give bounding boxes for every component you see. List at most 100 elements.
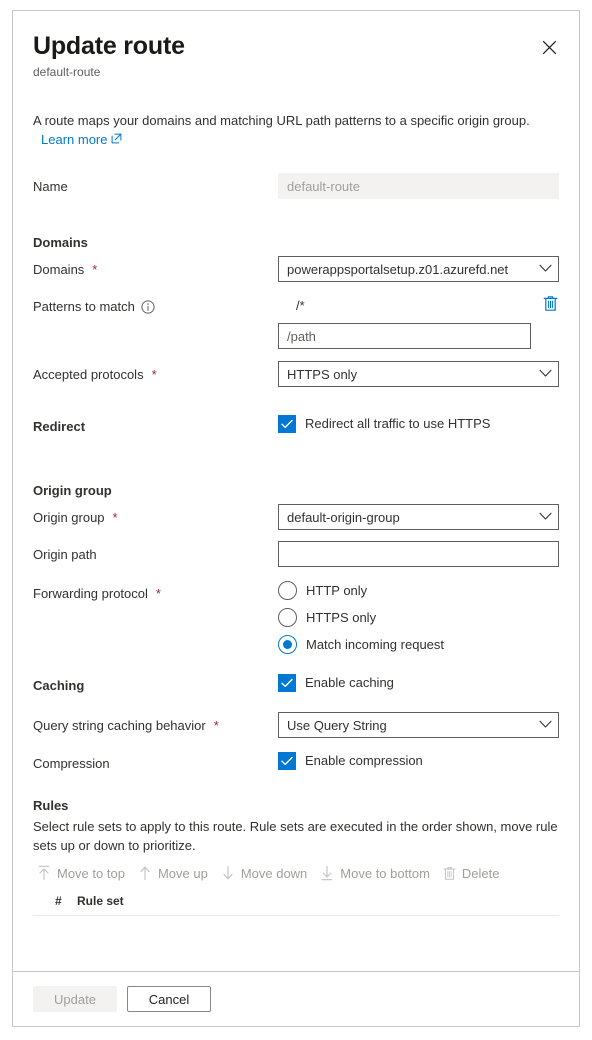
section-heading-origin-group: Origin group bbox=[33, 483, 112, 498]
origin-group-select[interactable]: default-origin-group bbox=[278, 504, 559, 530]
cancel-button[interactable]: Cancel bbox=[127, 986, 211, 1012]
accepted-protocols-label: Accepted protocols * bbox=[33, 361, 278, 385]
caching-label: Caching bbox=[33, 678, 85, 693]
column-header-number: # bbox=[55, 894, 62, 908]
redirect-checkbox[interactable] bbox=[278, 415, 296, 433]
move-to-top-label: Move to top bbox=[57, 865, 125, 881]
name-label: Name bbox=[33, 179, 68, 194]
required-indicator: * bbox=[151, 367, 157, 382]
field-row-accepted-protocols: Accepted protocols * HTTPS only bbox=[33, 361, 559, 387]
close-button[interactable] bbox=[533, 31, 565, 63]
rules-heading: Rules bbox=[33, 798, 69, 813]
move-down-button[interactable]: Move down bbox=[217, 861, 316, 885]
accepted-protocols-select[interactable]: HTTPS only bbox=[278, 361, 559, 387]
external-link-icon bbox=[111, 130, 122, 149]
section-heading-domains-row: Domains bbox=[33, 229, 559, 253]
pattern-item-row: /* bbox=[278, 293, 559, 315]
enable-caching-checkbox-row[interactable]: Enable caching bbox=[278, 672, 559, 692]
domains-label: Domains * bbox=[33, 256, 278, 280]
required-indicator: * bbox=[155, 586, 161, 601]
redirect-checkbox-row[interactable]: Redirect all traffic to use HTTPS bbox=[278, 413, 559, 433]
enable-caching-checkbox[interactable] bbox=[278, 674, 296, 692]
route-form: Name Domains Domains* powerapp bbox=[13, 173, 579, 774]
enable-compression-checkbox[interactable] bbox=[278, 752, 296, 770]
field-row-caching: Caching Enable caching bbox=[33, 672, 559, 696]
origin-group-label: Origin group * bbox=[33, 504, 278, 528]
info-icon[interactable] bbox=[141, 300, 155, 314]
rules-table: # Rule set bbox=[33, 894, 559, 971]
learn-more-label: Learn more bbox=[41, 132, 108, 147]
query-string-behavior-select[interactable]: Use Query String bbox=[278, 712, 559, 738]
dialog-header: Update route default-route bbox=[13, 11, 579, 80]
dialog-description-text: A route maps your domains and matching U… bbox=[33, 113, 530, 128]
field-row-redirect: Redirect Redirect all traffic to use HTT… bbox=[33, 413, 559, 437]
field-row-patterns: Patterns to match /* bbox=[33, 293, 559, 349]
domains-select-wrap: powerappsportalsetup.z01.azurefd.net bbox=[278, 256, 559, 282]
close-icon bbox=[542, 40, 557, 55]
arrow-up-to-line-icon bbox=[37, 865, 51, 881]
new-pattern-wrap bbox=[278, 323, 559, 349]
radio-indicator[interactable] bbox=[278, 608, 297, 627]
field-row-forwarding-protocol: Forwarding protocol * HTTP only HTTPS onl… bbox=[33, 580, 559, 654]
delete-rule-button[interactable]: Delete bbox=[439, 862, 509, 885]
rules-table-header: # Rule set bbox=[33, 894, 559, 916]
field-row-compression: Compression Enable compression bbox=[33, 750, 559, 774]
page-title: Update route bbox=[33, 32, 185, 60]
move-to-bottom-button[interactable]: Move to bottom bbox=[316, 861, 439, 885]
section-heading-origin-group-row: Origin group bbox=[33, 477, 559, 501]
move-to-top-button[interactable]: Move to top bbox=[33, 861, 134, 885]
checkmark-icon bbox=[281, 678, 293, 688]
dialog-description: A route maps your domains and matching U… bbox=[13, 111, 579, 149]
rules-table-body bbox=[33, 916, 559, 971]
enable-compression-checkbox-row[interactable]: Enable compression bbox=[278, 750, 559, 770]
arrow-down-icon bbox=[221, 865, 235, 881]
query-string-behavior-label: Query string caching behavior * bbox=[33, 712, 278, 736]
name-input[interactable] bbox=[278, 173, 559, 199]
learn-more-link[interactable]: Learn more bbox=[41, 130, 122, 149]
move-up-label: Move up bbox=[157, 865, 208, 881]
redirect-label: Redirect bbox=[33, 419, 86, 434]
delete-label: Delete bbox=[461, 865, 500, 881]
origin-path-input[interactable] bbox=[278, 541, 559, 567]
arrow-down-to-line-icon bbox=[320, 865, 334, 881]
checkmark-icon bbox=[281, 756, 293, 766]
patterns-label: Patterns to match bbox=[33, 299, 135, 314]
move-to-bottom-label: Move to bottom bbox=[340, 865, 430, 881]
field-row-query-string-behavior: Query string caching behavior * Use Query… bbox=[33, 712, 559, 738]
forwarding-protocol-radio-group: HTTP only HTTPS only Match incoming requ… bbox=[278, 580, 559, 654]
radio-indicator-selected[interactable] bbox=[278, 635, 297, 654]
enable-compression-label: Enable compression bbox=[305, 753, 423, 768]
compression-label: Compression bbox=[33, 756, 110, 771]
update-button[interactable]: Update bbox=[33, 986, 117, 1012]
trash-icon bbox=[543, 295, 558, 315]
required-indicator: * bbox=[92, 262, 98, 277]
radio-indicator[interactable] bbox=[278, 581, 297, 600]
origin-path-label: Origin path bbox=[33, 547, 97, 562]
radio-option-match-incoming-request[interactable]: Match incoming request bbox=[278, 635, 559, 654]
rules-description: Select rule sets to apply to this route.… bbox=[33, 819, 558, 853]
field-row-domains: Domains * powerappsportalsetup.z01.azuref… bbox=[33, 256, 559, 282]
name-field-wrap bbox=[278, 173, 559, 199]
section-heading-domains: Domains bbox=[33, 235, 88, 250]
dialog-body: Update route default-route A route maps … bbox=[13, 11, 579, 971]
field-row-name: Name bbox=[33, 173, 559, 199]
patterns-field: /* bbox=[278, 293, 559, 349]
redirect-checkbox-label: Redirect all traffic to use HTTPS bbox=[305, 416, 491, 431]
domains-select[interactable]: powerappsportalsetup.z01.azurefd.net bbox=[278, 256, 559, 282]
move-up-button[interactable]: Move up bbox=[134, 861, 217, 885]
field-row-origin-path: Origin path bbox=[33, 541, 559, 567]
delete-pattern-button[interactable] bbox=[543, 295, 558, 315]
dialog-footer: Update Cancel bbox=[13, 971, 579, 1026]
enable-caching-label: Enable caching bbox=[305, 675, 394, 690]
update-route-dialog: Update route default-route A route maps … bbox=[12, 10, 580, 1027]
rules-command-bar: Move to top Move up Move down Move to bo… bbox=[33, 861, 559, 885]
radio-option-https-only[interactable]: HTTPS only bbox=[278, 608, 559, 627]
radio-option-http-only[interactable]: HTTP only bbox=[278, 581, 559, 600]
forwarding-protocol-label: Forwarding protocol * bbox=[33, 580, 278, 604]
new-pattern-input[interactable] bbox=[278, 323, 531, 349]
arrow-up-icon bbox=[138, 865, 152, 881]
dialog-subtitle: default-route bbox=[33, 65, 101, 79]
pattern-value: /* bbox=[296, 297, 305, 313]
required-indicator: * bbox=[112, 510, 118, 525]
patterns-label-wrap: Patterns to match bbox=[33, 293, 278, 317]
